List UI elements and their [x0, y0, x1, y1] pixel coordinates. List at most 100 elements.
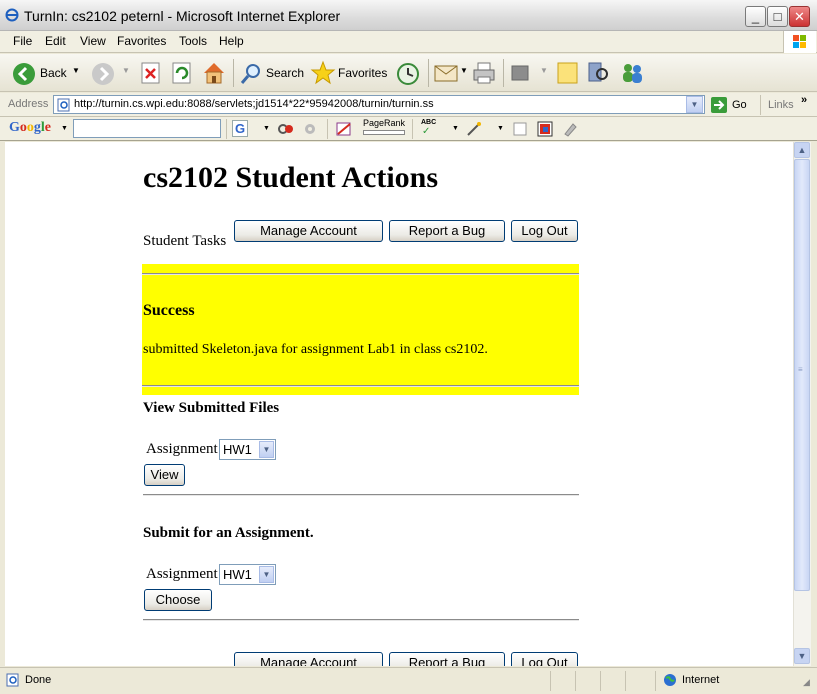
menu-view[interactable]: View	[80, 34, 106, 48]
links-label[interactable]: Links	[768, 99, 794, 111]
address-dropdown-icon[interactable]: ▼	[686, 96, 703, 113]
google-search-dropdown-icon[interactable]: ▼	[263, 125, 270, 132]
zone-label: Internet	[682, 674, 720, 686]
submit-assignment-label: Assignment	[146, 566, 218, 582]
log-out-button[interactable]: Log Out	[511, 220, 578, 242]
menu-bar: File Edit View Favorites Tools Help	[0, 31, 817, 53]
research-icon[interactable]	[586, 60, 610, 86]
success-message: submitted Skeleton.java for assignment L…	[143, 342, 488, 357]
search-icon[interactable]	[239, 62, 263, 86]
footer-report-bug-button[interactable]: Report a Bug	[389, 652, 505, 666]
grip-icon: ≡	[798, 365, 803, 374]
submit-assignment-title: Submit for an Assignment.	[143, 525, 314, 541]
print-icon[interactable]	[471, 60, 497, 86]
settings-icon[interactable]	[301, 121, 319, 137]
menu-file[interactable]: File	[13, 34, 32, 48]
go-button[interactable]: Go	[732, 99, 747, 111]
footer-log-out-button[interactable]: Log Out	[511, 652, 578, 666]
back-dropdown-icon[interactable]: ▼	[72, 66, 80, 75]
ie-icon	[5, 8, 19, 22]
toolbar: Back ▼ ▼ Search Favorites ▼ ▼	[0, 54, 817, 92]
student-tasks-label: Student Tasks	[143, 233, 227, 249]
picture-icon[interactable]	[537, 121, 553, 137]
status-bar: Done Internet ◢	[0, 667, 817, 694]
go-arrow-icon[interactable]	[710, 96, 728, 114]
menu-favorites[interactable]: Favorites	[117, 34, 166, 48]
manage-account-button[interactable]: Manage Account	[234, 220, 383, 242]
address-url: http://turnin.cs.wpi.edu:8088/servlets;j…	[74, 98, 434, 110]
success-box: Success submitted Skeleton.java for assi…	[142, 264, 579, 395]
page-done-icon	[6, 673, 19, 687]
scroll-thumb[interactable]: ≡	[794, 159, 810, 591]
search-button[interactable]: Search	[266, 66, 304, 80]
google-search-input[interactable]	[73, 119, 221, 138]
chevron-right-icon[interactable]: »	[801, 94, 807, 106]
edit-dropdown-icon[interactable]: ▼	[540, 66, 548, 75]
address-input[interactable]: http://turnin.cs.wpi.edu:8088/servlets;j…	[53, 95, 705, 114]
success-title: Success	[143, 302, 195, 319]
back-icon[interactable]	[12, 62, 36, 86]
autofill-dropdown-icon[interactable]: ▼	[497, 125, 504, 132]
forward-dropdown-icon[interactable]: ▼	[122, 66, 130, 75]
menu-tools[interactable]: Tools	[179, 34, 207, 48]
refresh-icon[interactable]	[171, 62, 193, 84]
title-bar: TurnIn: cs2102 peternl - Microsoft Inter…	[0, 0, 817, 31]
page-title: cs2102 Student Actions	[143, 161, 439, 194]
back-button[interactable]: Back	[40, 66, 67, 80]
view-assignment-label: Assignment	[146, 441, 218, 457]
view-assignment-select[interactable]: HW1 ▼	[219, 439, 276, 460]
autofill-wand-icon[interactable]	[465, 121, 483, 137]
google-logo[interactable]: Google	[9, 120, 51, 136]
favorites-star-icon[interactable]	[310, 60, 336, 86]
discuss-icon[interactable]	[556, 60, 580, 86]
page-content: cs2102 Student Actions Student Tasks Man…	[5, 142, 793, 666]
address-bar: Address http://turnin.cs.wpi.edu:8088/se…	[0, 93, 817, 117]
highlighter-icon[interactable]	[562, 121, 578, 137]
pagerank-bar	[363, 130, 405, 135]
scroll-down-icon[interactable]: ▼	[794, 648, 810, 664]
report-bug-button[interactable]: Report a Bug	[389, 220, 505, 242]
scroll-up-icon[interactable]: ▲	[794, 142, 810, 158]
home-icon[interactable]	[201, 60, 227, 86]
windows-logo-icon	[783, 31, 816, 53]
popup-blocker-icon[interactable]	[335, 121, 353, 137]
maximize-button[interactable]: □	[767, 6, 788, 27]
resize-grip-icon[interactable]: ◢	[803, 677, 810, 688]
history-icon[interactable]	[395, 61, 421, 87]
blogger-icon[interactable]	[512, 121, 528, 137]
stop-icon[interactable]	[140, 62, 162, 84]
pagerank-label[interactable]: PageRank	[363, 118, 405, 128]
view-assignment-value: HW1	[223, 442, 252, 457]
footer-manage-account-button[interactable]: Manage Account	[234, 652, 383, 666]
chevron-down-icon[interactable]: ▼	[259, 566, 274, 583]
submit-assignment-select[interactable]: HW1 ▼	[219, 564, 276, 585]
spellcheck-dropdown-icon[interactable]: ▼	[452, 125, 459, 132]
menu-help[interactable]: Help	[219, 34, 244, 48]
chevron-down-icon[interactable]: ▼	[259, 441, 274, 458]
google-toolbar: Google ▼ G ▼ PageRank ABC ✓ ▼ ▼	[0, 117, 817, 141]
address-label: Address	[8, 98, 49, 110]
mail-dropdown-icon[interactable]: ▼	[460, 66, 468, 75]
forward-icon[interactable]	[91, 62, 115, 86]
window-title: TurnIn: cs2102 peternl - Microsoft Inter…	[24, 8, 341, 24]
view-button[interactable]: View	[144, 464, 185, 486]
news-icon[interactable]	[277, 121, 295, 137]
close-button[interactable]: ✕	[789, 6, 810, 27]
minimize-button[interactable]: _	[745, 6, 766, 27]
google-dropdown-icon[interactable]: ▼	[61, 125, 68, 132]
submit-assignment-value: HW1	[223, 567, 252, 582]
google-search-button[interactable]: G	[232, 120, 249, 137]
spellcheck-label[interactable]: ABC	[421, 119, 436, 126]
menu-edit[interactable]: Edit	[45, 34, 66, 48]
choose-button[interactable]: Choose	[144, 589, 212, 611]
vertical-scrollbar[interactable]: ▲ ≡ ▼	[793, 142, 811, 666]
page-icon	[57, 98, 70, 112]
status-text: Done	[25, 674, 52, 686]
view-submitted-title: View Submitted Files	[143, 400, 280, 416]
messenger-icon[interactable]	[618, 60, 646, 86]
favorites-button[interactable]: Favorites	[338, 66, 387, 80]
globe-icon	[664, 674, 676, 686]
edit-icon[interactable]	[510, 64, 530, 82]
spellcheck-icon[interactable]: ✓	[422, 126, 430, 137]
mail-icon[interactable]	[434, 62, 460, 84]
